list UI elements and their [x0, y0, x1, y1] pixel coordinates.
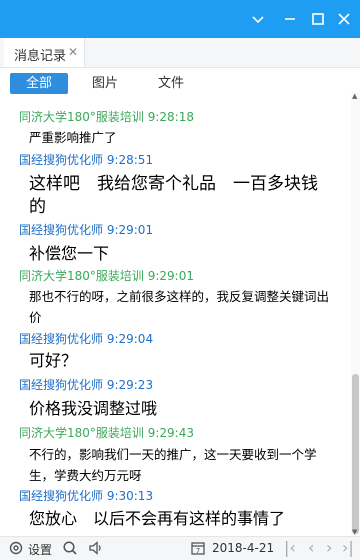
message-text: 那也不行的呀，之前很多这样的，我反复调整关键词出价 — [29, 289, 330, 325]
message-sender: 国经搜狗优化师 9:28:51 — [19, 153, 154, 167]
tab-message-history[interactable]: 消息记录 ✕ — [4, 38, 85, 67]
bottom-toolbar: 设置 7 2018-4-21 |‹ ‹ › ›| — [0, 536, 360, 560]
scroll-down-icon[interactable]: ▼ — [352, 528, 357, 536]
svg-text:7: 7 — [196, 547, 200, 555]
close-icon[interactable]: ✕ — [68, 45, 78, 59]
message-text: 严重影响推广了 — [29, 130, 117, 145]
message-sender: 同济大学180°服装培训 9:29:01 — [19, 269, 194, 283]
message-sender: 同济大学180°服装培训 9:29:43 — [19, 426, 194, 440]
next-page-icon[interactable]: › — [326, 538, 332, 557]
message-text: 您放心 以后不会再有这样的事情了 — [29, 509, 286, 528]
message-sender: 国经搜狗优化师 9:30:13 — [19, 489, 154, 503]
window-titlebar — [0, 0, 360, 38]
message-list[interactable]: 同济大学180°服装培训 9:28:18 严重影响推广了 国经搜狗优化师 9:2… — [0, 100, 351, 533]
filter-bar: 全部 图片 文件 — [0, 68, 360, 100]
scrollbar-thumb[interactable] — [352, 374, 359, 534]
speaker-icon[interactable] — [88, 540, 104, 556]
gear-icon[interactable] — [8, 540, 24, 556]
first-page-icon[interactable]: |‹ — [284, 538, 296, 557]
settings-button[interactable]: 设置 — [28, 541, 52, 558]
message-text: 补偿您一下 — [29, 244, 110, 263]
message-text: 这样吧 我给您寄个礼品 一百多块钱的 — [29, 174, 318, 217]
filter-files-button[interactable]: 文件 — [146, 73, 196, 94]
search-icon[interactable] — [62, 540, 78, 556]
message-sender: 国经搜狗优化师 9:29:04 — [19, 332, 154, 346]
message-text: 不行的，影响我们一天的推广，这一天要收到一个学生，学费大约万元呀 — [29, 447, 317, 483]
prev-page-icon[interactable]: ‹ — [308, 538, 314, 557]
chevron-down-icon[interactable] — [248, 9, 268, 29]
filter-images-button[interactable]: 图片 — [80, 73, 130, 94]
minimize-icon[interactable] — [280, 9, 300, 29]
message-sender: 同济大学180°服装培训 9:28:18 — [19, 110, 194, 124]
message-sender: 国经搜狗优化师 9:29:23 — [19, 378, 154, 392]
scrollbar[interactable]: ▲ ▼ — [351, 92, 360, 536]
calendar-icon[interactable]: 7 — [190, 540, 206, 556]
scroll-up-icon[interactable]: ▲ — [352, 92, 357, 100]
tab-bar: 消息记录 ✕ — [0, 38, 360, 68]
last-page-icon[interactable]: ›| — [342, 538, 354, 557]
close-window-icon[interactable] — [334, 9, 354, 29]
tab-label: 消息记录 — [14, 49, 67, 64]
maximize-icon[interactable] — [308, 9, 328, 29]
message-text: 可好？ — [29, 351, 78, 370]
message-text: 价格我没调整过哦 — [29, 399, 158, 418]
date-display: 2018-4-21 — [212, 541, 275, 555]
filter-all-button[interactable]: 全部 — [10, 73, 68, 94]
message-sender: 国经搜狗优化师 9:29:01 — [19, 223, 154, 237]
